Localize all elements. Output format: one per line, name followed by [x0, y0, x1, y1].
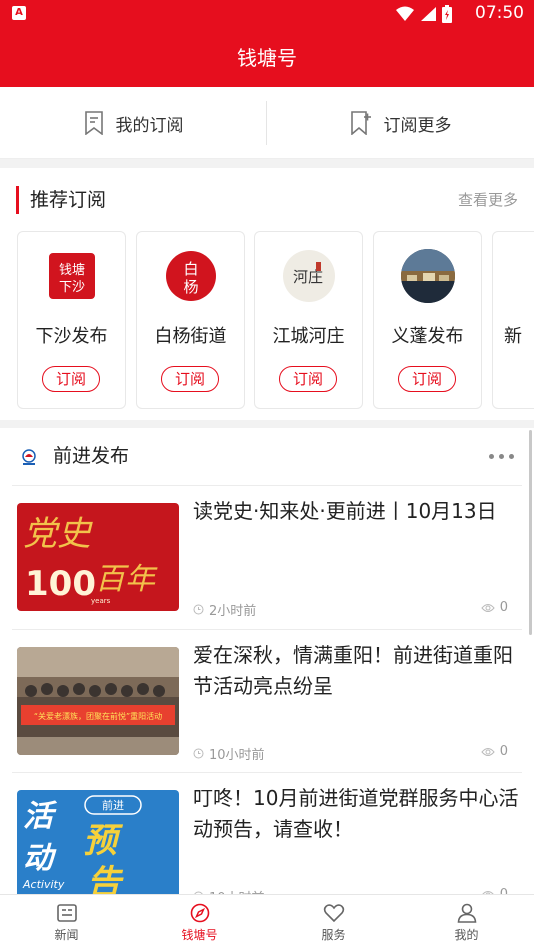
battery-icon: [442, 5, 452, 23]
svg-text:党史: 党史: [23, 514, 93, 554]
article-title: 读党史·知来处·更前进丨10月13日: [193, 499, 497, 523]
subscribe-button[interactable]: 订阅: [398, 366, 456, 392]
tab-mine[interactable]: 我的: [400, 895, 533, 950]
heart-icon: [323, 904, 344, 923]
svg-text:years: years: [91, 597, 111, 605]
card-logo: 钱塘 下沙: [45, 249, 99, 303]
source-logo-icon: [22, 449, 36, 465]
article-views-count: 0: [499, 600, 508, 615]
article-views: 0: [481, 744, 508, 759]
more-options-icon[interactable]: [489, 454, 514, 459]
subscription-card[interactable]: 河庄 江城河庄 订阅: [254, 231, 363, 409]
recommend-section: 推荐订阅 查看更多 钱塘下沙 下沙发布 订阅 白杨 白杨街道 订阅 河庄 江城河…: [0, 168, 534, 420]
subscribe-more-button[interactable]: 订阅更多: [267, 87, 534, 159]
scrollbar[interactable]: [529, 430, 532, 635]
card-name: 江城河庄: [272, 326, 345, 347]
page-title: 钱塘号: [0, 28, 534, 87]
subscription-card[interactable]: 新: [492, 231, 534, 409]
signal-icon: [421, 7, 436, 21]
wifi-icon: [396, 6, 414, 21]
svg-text:下沙: 下沙: [59, 280, 85, 295]
card-name: 白杨街道: [154, 326, 227, 347]
section-accent-bar: [16, 186, 19, 214]
subscription-card[interactable]: 义蓬发布 订阅: [373, 231, 482, 409]
article-time-text: 10小时前: [209, 748, 265, 763]
subscription-card[interactable]: 钱塘下沙 下沙发布 订阅: [17, 231, 126, 409]
svg-text:百年: 百年: [95, 562, 158, 597]
svg-text:前进: 前进: [102, 798, 124, 812]
app-notification-icon: A: [12, 6, 26, 20]
bookmark-list-icon: [84, 111, 103, 135]
tab-qiantanghao[interactable]: 钱塘号: [133, 895, 266, 950]
svg-text:告: 告: [87, 863, 124, 898]
tab-label: 新闻: [54, 928, 79, 942]
clock-icon: [193, 748, 204, 759]
subscribe-button[interactable]: 订阅: [42, 366, 100, 392]
card-name: 新: [504, 326, 522, 347]
status-bar: A 07:50: [0, 0, 534, 28]
article-title: 叮咚！10月前进街道党群服务中心活动预告，请查收！: [193, 786, 519, 841]
my-subscriptions-label: 我的订阅: [115, 115, 184, 136]
feed-source-name: 前进发布: [53, 445, 130, 467]
news-icon: [56, 904, 77, 922]
svg-text:活: 活: [23, 799, 58, 834]
svg-text:“关爱老漂族，团聚在前悦”重阳活动: “关爱老漂族，团聚在前悦”重阳活动: [34, 711, 162, 721]
article-views-count: 0: [499, 744, 508, 759]
svg-text:Activity: Activity: [22, 878, 65, 891]
tab-news[interactable]: 新闻: [0, 895, 133, 950]
article-thumbnail: 活动预告前进 Activity: [17, 790, 179, 898]
card-logo: 河庄: [282, 249, 336, 303]
article-title: 爱在深秋，情满重阳！前进街道重阳节活动亮点纷呈: [193, 643, 513, 698]
bottom-tab-bar: 新闻 钱塘号 服务 我的: [0, 894, 534, 950]
tab-label: 我的: [454, 928, 479, 942]
feed-source-header: 前进发布: [0, 428, 534, 486]
section-spacer: [0, 159, 534, 168]
app-screen: A 07:50 钱塘号 我的订阅 订阅更多 推荐订阅 查看更多 钱塘 下沙 下沙…: [0, 0, 534, 950]
card-logo: 白杨: [164, 249, 218, 303]
eye-icon: [481, 747, 495, 756]
article-views: 0: [481, 600, 508, 615]
status-time: 07:50: [475, 3, 524, 23]
section-spacer: [0, 420, 534, 428]
svg-text:动: 动: [23, 841, 57, 876]
user-icon: [457, 903, 476, 923]
recommend-title: 推荐订阅: [30, 189, 107, 211]
status-icons: [396, 5, 452, 23]
article-time: 10小时前: [193, 744, 265, 763]
clock-icon: [193, 604, 204, 615]
subscribe-button[interactable]: 订阅: [279, 366, 337, 392]
tab-label: 钱塘号: [181, 928, 218, 942]
svg-text:100: 100: [25, 564, 96, 604]
svg-text:杨: 杨: [183, 278, 198, 296]
article-thumbnail: 党史 百年 100 years: [17, 503, 179, 611]
subscribe-more-label: 订阅更多: [383, 115, 452, 136]
subscription-card[interactable]: 白杨 白杨街道 订阅: [136, 231, 245, 409]
eye-icon: [481, 603, 495, 612]
tab-label: 服务: [321, 928, 346, 942]
tab-service[interactable]: 服务: [267, 895, 400, 950]
recommend-more-link[interactable]: 查看更多: [458, 188, 518, 212]
bookmark-add-icon: [350, 111, 371, 135]
article-item[interactable]: “关爱老漂族，团聚在前悦”重阳活动 爱在深秋，情满重阳！前进街道重阳节活动亮点纷…: [0, 630, 534, 773]
svg-text:钱塘: 钱塘: [59, 262, 85, 278]
subscribe-bar: 我的订阅 订阅更多: [0, 87, 534, 159]
svg-text:白: 白: [183, 260, 198, 278]
article-thumbnail: “关爱老漂族，团聚在前悦”重阳活动: [17, 647, 179, 755]
card-name: 义蓬发布: [391, 326, 464, 347]
article-time: 2小时前: [193, 600, 256, 619]
my-subscriptions-button[interactable]: 我的订阅: [0, 87, 267, 159]
article-time-text: 2小时前: [209, 604, 257, 619]
card-name: 下沙发布: [35, 326, 108, 347]
subscribe-button[interactable]: 订阅: [161, 366, 219, 392]
compass-icon: [190, 903, 209, 923]
card-logo: [401, 249, 455, 303]
article-item[interactable]: 党史 百年 100 years 读党史·知来处·更前进丨10月13日 2小时前 0: [0, 486, 534, 629]
